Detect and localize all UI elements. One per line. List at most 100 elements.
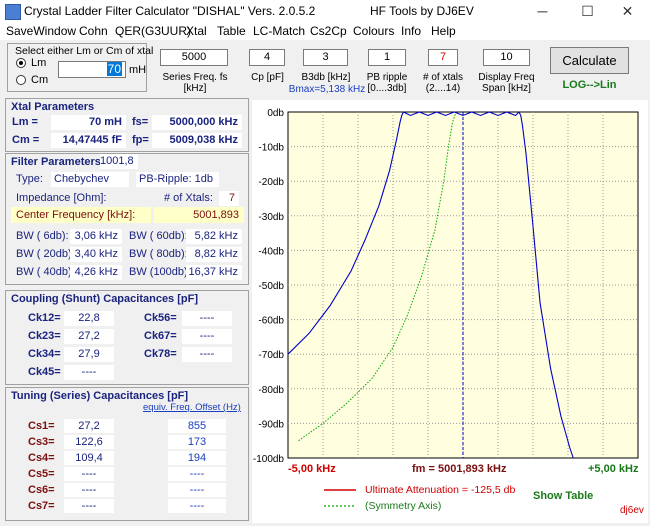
series-freq-input[interactable]: 5000 — [160, 49, 228, 66]
cs6-offset: ---- — [168, 483, 226, 497]
cs5-value: ---- — [64, 467, 114, 481]
menu-savewindow[interactable]: SaveWindow — [6, 24, 76, 38]
ck45-value: ---- — [64, 365, 114, 380]
menu-colours[interactable]: Colours — [353, 24, 394, 38]
y-tick-label: -20db — [258, 177, 284, 188]
menu-info[interactable]: Info — [401, 24, 421, 38]
series-freq-label: Series Freq. fs [kHz] — [162, 72, 228, 94]
pb-ripple-label: PB ripple — [366, 72, 408, 83]
bw-6db-label: BW ( 6db): — [16, 230, 69, 242]
app-icon — [5, 4, 21, 20]
ck23-value: 27,2 — [64, 329, 114, 344]
menu-help[interactable]: Help — [431, 24, 456, 38]
bw-100db-label: BW (100db): — [129, 266, 191, 278]
fs-value: 5000,000 kHz — [152, 115, 242, 130]
menu-bar: SaveWindow Cohn QER(G3UUR) Xtal Table LC… — [0, 22, 650, 40]
ck56-label: Ck56= — [144, 312, 177, 324]
log-lin-toggle[interactable]: LOG-->Lin — [550, 79, 629, 91]
minimize-button[interactable]: ─ — [520, 0, 565, 22]
span-label-2: Span [kHz] — [482, 83, 531, 94]
bw-40db-value: 4,26 kHz — [70, 265, 122, 280]
menu-qer[interactable]: QER(G3UUR) — [115, 24, 191, 38]
menu-lc-match[interactable]: LC-Match — [253, 24, 305, 38]
menu-cohn[interactable]: Cohn — [79, 24, 108, 38]
lm-cm-value: 70 — [106, 62, 122, 76]
y-tick-label: 0db — [267, 108, 284, 119]
xtals-label: # of xtals — [422, 72, 464, 83]
radio-cm-label: Cm — [31, 74, 49, 86]
calculate-button[interactable]: Calculate — [550, 47, 629, 74]
credit-label: dj6ev — [620, 505, 644, 516]
lm-cm-input[interactable]: 70 — [58, 61, 126, 78]
maximize-button[interactable]: ☐ — [565, 0, 610, 22]
cs4-offset: 194 — [168, 451, 226, 465]
cs6-value: ---- — [64, 483, 114, 497]
cs7-value: ---- — [64, 499, 114, 513]
select-group-title: Select either Lm or Cm of xtal — [15, 45, 154, 57]
center-freq-value: 5001,893 — [154, 207, 244, 223]
cs6-label: Cs6= — [28, 484, 55, 496]
cs4-label: Cs4= — [28, 452, 55, 464]
cs7-label: Cs7= — [28, 500, 55, 512]
y-tick-label: -80db — [258, 385, 284, 396]
show-table-button[interactable]: Show Table — [533, 490, 593, 502]
pb-ripple-range: [0....3db] — [367, 83, 407, 94]
type-label: Type: — [16, 173, 43, 185]
tuning-panel: Tuning (Series) Capacitances [pF] equiv.… — [5, 387, 249, 521]
bw-6db-value: 3,06 kHz — [70, 229, 122, 244]
ck56-value: ---- — [182, 311, 232, 326]
radio-lm-label: Lm — [31, 57, 47, 69]
coupling-title: Coupling (Shunt) Capacitances [pF] — [11, 293, 198, 305]
cs1-value: 27,2 — [64, 419, 114, 433]
xtals-count-label: # of Xtals: — [164, 192, 213, 204]
bw-60db-value: 5,82 kHz — [186, 229, 242, 244]
menu-cs2cp[interactable]: Cs2Cp — [310, 24, 347, 38]
span-input[interactable]: 10 — [483, 49, 530, 66]
cs3-offset: 173 — [168, 435, 226, 449]
radio-cm[interactable] — [16, 75, 26, 85]
y-tick-label: -10db — [258, 143, 284, 154]
y-tick-labels: 0db -10db -20db -30db -40db -50db -60db -70db -8… — [253, 108, 285, 465]
y-tick-label: -40db — [258, 246, 284, 257]
fp-label: fp= — [132, 134, 149, 146]
legend-attenuation-label: Ultimate Attenuation = -125,5 db — [365, 484, 516, 496]
cs5-label: Cs5= — [28, 468, 55, 480]
bw-40db-label: BW ( 40db): — [16, 266, 75, 278]
lm-value: 70 mH — [51, 115, 126, 130]
impedance-label: Impedance [Ohm]: — [16, 192, 107, 204]
close-button[interactable]: ✕ — [605, 0, 650, 22]
pb-ripple-input[interactable]: 1 — [368, 49, 406, 66]
bw-80db-value: 8,82 kHz — [186, 247, 242, 262]
ck34-value: 27,9 — [64, 347, 114, 362]
ck45-label: Ck45= — [28, 366, 61, 378]
window-title: Crystal Ladder Filter Calculator "DISHAL… — [24, 4, 316, 18]
cp-input[interactable]: 4 — [249, 49, 285, 66]
center-freq-label: Center Frequency [kHz]: — [11, 207, 151, 223]
title-bar: Crystal Ladder Filter Calculator "DISHAL… — [0, 0, 650, 22]
xtals-count-value: 7 — [219, 191, 239, 206]
radio-lm[interactable] — [16, 58, 26, 68]
menu-xtal[interactable]: Xtal — [186, 24, 207, 38]
tuning-title: Tuning (Series) Capacitances [pF] — [11, 390, 189, 402]
pb-ripple-result: PB-Ripple: 1db — [136, 172, 219, 187]
xtals-input[interactable]: 7 — [428, 49, 458, 66]
filter-parameters-title: Filter Parameters — [11, 156, 101, 168]
response-plot-panel: 0db -10db -20db -30db -40db -50db -60db -70db -8… — [252, 100, 648, 523]
ck12-label: Ck12= — [28, 312, 61, 324]
ck34-label: Ck34= — [28, 348, 61, 360]
cs7-offset: ---- — [168, 499, 226, 513]
x-center-label: fm = 5001,893 kHz — [412, 463, 507, 475]
freq-offset-link[interactable]: equiv. Freq. Offset (Hz) — [143, 402, 241, 413]
y-tick-label: -30db — [258, 212, 284, 223]
cs1-label: Cs1= — [28, 420, 55, 432]
window-title-right: HF Tools by DJ6EV — [370, 4, 474, 18]
xtals-range: (2....14) — [425, 83, 461, 94]
ck23-label: Ck23= — [28, 330, 61, 342]
b3db-input[interactable]: 3 — [303, 49, 348, 66]
x-right-label: +5,00 kHz — [588, 463, 639, 475]
y-tick-label: -50db — [258, 281, 284, 292]
menu-table[interactable]: Table — [217, 24, 246, 38]
cs3-label: Cs3= — [28, 436, 55, 448]
cs1-offset: 855 — [168, 419, 226, 433]
bw-20db-label: BW ( 20db): — [16, 248, 75, 260]
